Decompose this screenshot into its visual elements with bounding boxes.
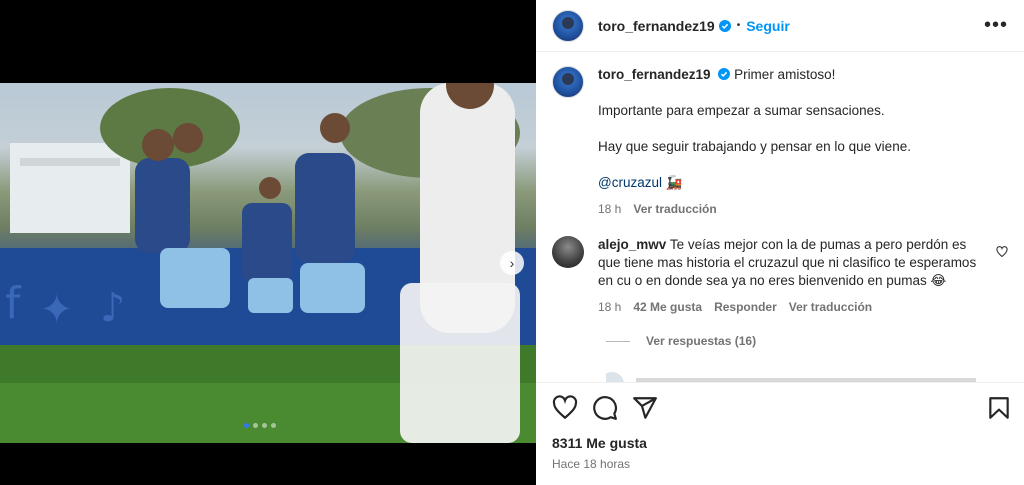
- svg-text:♪: ♪: [100, 285, 126, 331]
- post-likes-count[interactable]: 8311 Me gusta: [552, 435, 647, 451]
- carousel-dot: [253, 423, 258, 428]
- carousel-next-button[interactable]: ›: [500, 251, 524, 275]
- comment-username[interactable]: alejo_mwv: [598, 237, 666, 252]
- like-comment-icon[interactable]: [996, 246, 1008, 258]
- truncated-comment-preview: [606, 372, 976, 382]
- comment-item: alejo_mwv Te veías mejor con la de pumas…: [552, 236, 1008, 316]
- caption-meta: 18 h Ver traducción: [598, 200, 911, 218]
- heart-icon[interactable]: [552, 395, 578, 421]
- translate-button[interactable]: Ver traducción: [633, 200, 716, 218]
- separator-dot: •: [736, 20, 741, 31]
- comments-section[interactable]: toro_fernandez19 Primer amistoso! Import…: [536, 52, 1024, 382]
- carousel-dot: [262, 423, 267, 428]
- caption-time: 18 h: [598, 202, 622, 216]
- svg-text:f: f: [5, 278, 22, 329]
- post-actions: 8311 Me gusta Hace 18 horas: [536, 382, 1024, 485]
- carousel-dots: [244, 423, 276, 428]
- photo-illustration: f ✦ ♪: [0, 83, 536, 443]
- comment-likes[interactable]: 42 Me gusta: [633, 298, 702, 316]
- caption-line-1: Primer amistoso!: [734, 67, 836, 82]
- post-media-area: f ✦ ♪ ›: [0, 0, 536, 485]
- save-bookmark-icon[interactable]: [986, 395, 1012, 421]
- avatar[interactable]: [552, 9, 584, 42]
- post-timestamp: Hace 18 horas: [552, 457, 631, 471]
- post-caption: toro_fernandez19 Primer amistoso! Import…: [552, 66, 992, 218]
- share-icon[interactable]: [632, 395, 658, 421]
- replies-divider: [606, 340, 630, 342]
- carousel-dot: [244, 423, 249, 428]
- caption-username[interactable]: toro_fernandez19: [598, 67, 711, 82]
- verified-badge-icon: [718, 19, 731, 32]
- comment-time: 18 h: [598, 300, 622, 314]
- post-photo[interactable]: f ✦ ♪: [0, 83, 536, 443]
- carousel-dot: [271, 423, 276, 428]
- more-options-icon[interactable]: •••: [984, 14, 1008, 37]
- svg-text:✦: ✦: [40, 287, 74, 333]
- train-emoji: 🚂: [665, 175, 683, 190]
- chevron-right-icon: ›: [509, 255, 515, 271]
- view-replies-label: Ver respuestas (16): [646, 334, 757, 348]
- comment-meta: 18 h 42 Me gusta Responder Ver traducció…: [598, 298, 988, 316]
- post-details-panel: toro_fernandez19 • Seguir ••• toro_ferna…: [536, 0, 1024, 485]
- translate-button[interactable]: Ver traducción: [789, 298, 872, 316]
- post-header: toro_fernandez19 • Seguir •••: [536, 0, 1024, 52]
- reply-button[interactable]: Responder: [714, 298, 777, 316]
- avatar[interactable]: [552, 236, 584, 268]
- mention-link[interactable]: @cruzazul: [598, 175, 662, 190]
- follow-button[interactable]: Seguir: [746, 18, 790, 34]
- verified-badge-icon: [718, 68, 731, 80]
- comment-icon[interactable]: [592, 395, 618, 421]
- view-replies-button[interactable]: Ver respuestas (16): [606, 334, 756, 348]
- action-icons: [552, 395, 658, 421]
- caption-line-2: Importante para empezar a sumar sensacio…: [598, 103, 885, 118]
- author-username[interactable]: toro_fernandez19: [598, 18, 715, 34]
- caption-line-3: Hay que seguir trabajando y pensar en lo…: [598, 139, 911, 154]
- avatar[interactable]: [552, 66, 584, 98]
